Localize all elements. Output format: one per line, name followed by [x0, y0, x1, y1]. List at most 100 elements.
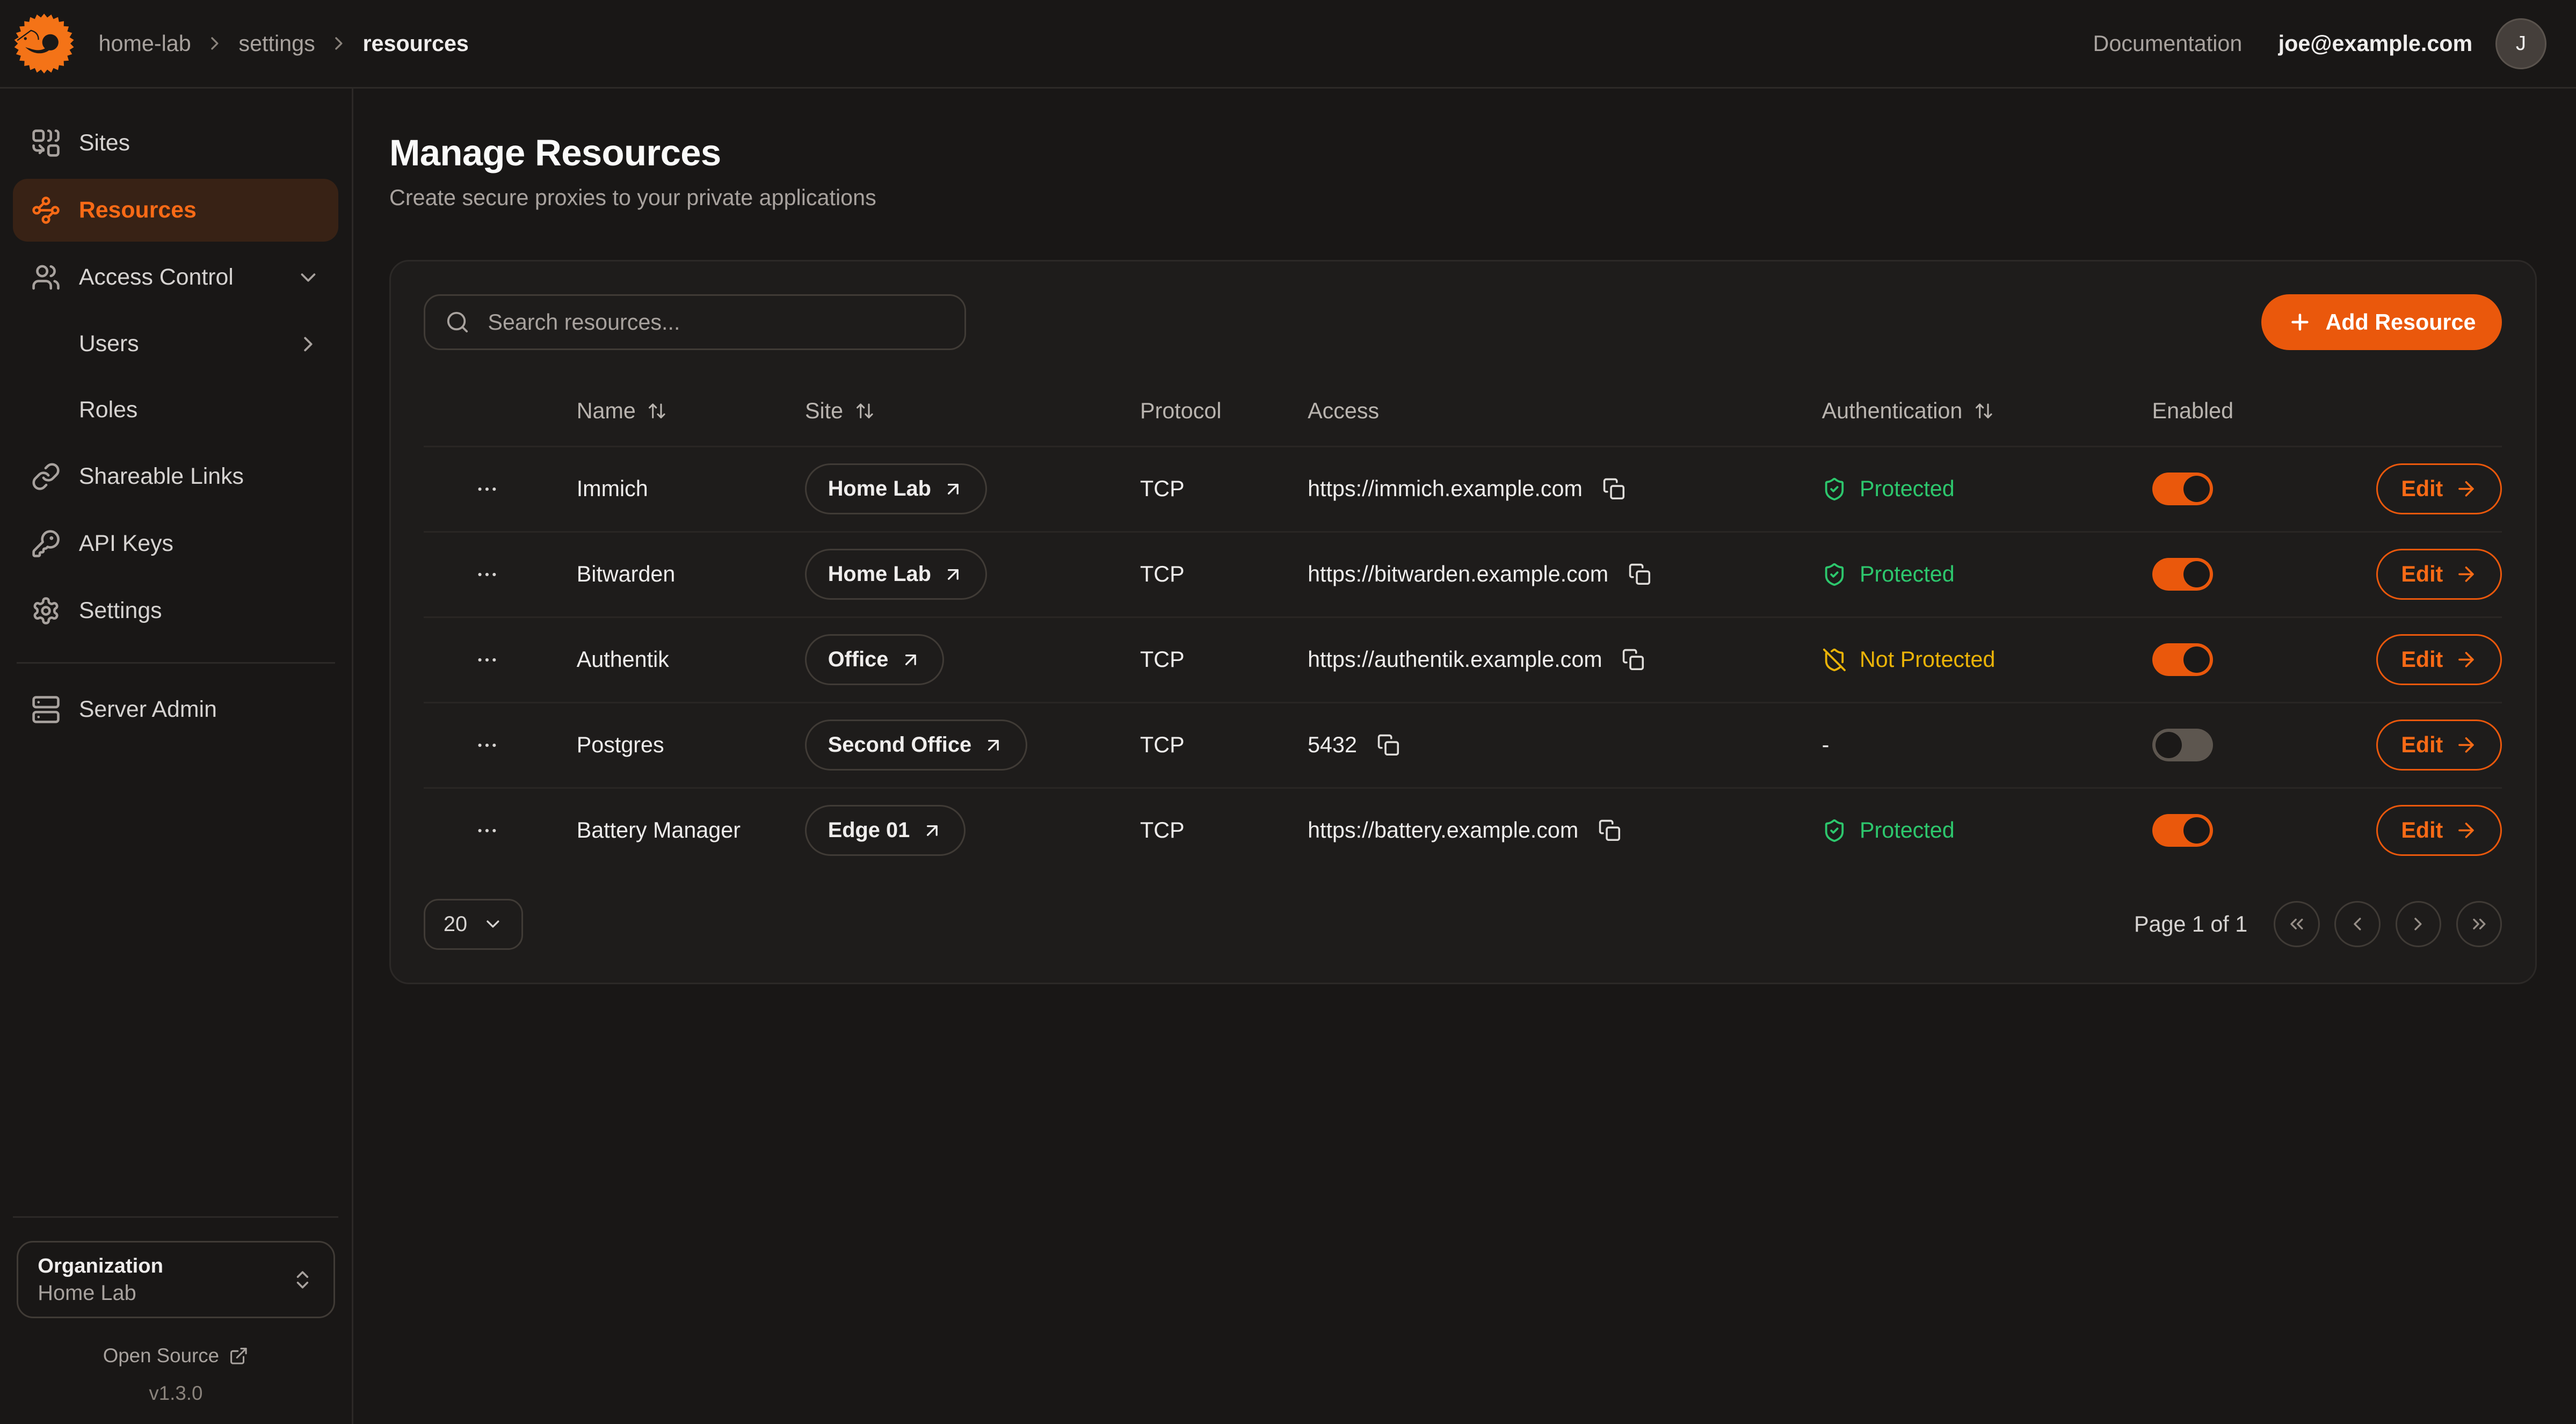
chevron-right-icon [204, 33, 226, 54]
site-link-button[interactable]: Second Office [805, 720, 1027, 771]
ellipsis-icon [475, 477, 499, 502]
table-row: Postgres Second Office TCP 5432 - [424, 702, 2502, 787]
page-subtitle: Create secure proxies to your private ap… [389, 185, 2537, 210]
resource-name: Immich [577, 476, 648, 502]
app-window: home-lab settings resources Documentatio… [0, 0, 2576, 1424]
copy-icon[interactable] [1619, 645, 1648, 674]
sidebar-item-api-keys[interactable]: API Keys [13, 512, 338, 575]
arrow-right-icon [2455, 733, 2478, 757]
page-size-select[interactable]: 20 [424, 899, 523, 950]
site-link-button[interactable]: Edge 01 [805, 805, 966, 856]
row-menu-button[interactable] [468, 470, 506, 507]
app-version: v1.3.0 [17, 1382, 336, 1405]
site-name: Edge 01 [828, 818, 910, 842]
row-menu-button[interactable] [468, 812, 506, 849]
breadcrumb-org[interactable]: home-lab [99, 31, 191, 56]
last-page-button[interactable] [2456, 901, 2502, 947]
table-body: Immich Home Lab TCP https://immich.examp… [424, 446, 2502, 873]
edit-button[interactable]: Edit [2376, 720, 2502, 771]
sort-icon [647, 401, 667, 421]
first-page-button[interactable] [2274, 901, 2320, 947]
sidebar-item-label: Access Control [79, 264, 234, 290]
organization-value: Home Lab [38, 1281, 163, 1305]
toggle-knob [2156, 732, 2182, 758]
sidebar-item-sites[interactable]: Sites [13, 112, 338, 174]
enabled-toggle[interactable] [2152, 473, 2213, 505]
sidebar: Sites Resources Access Control Users [0, 89, 353, 1424]
organization-label: Organization [38, 1254, 163, 1278]
sort-icon [855, 401, 875, 421]
copy-icon[interactable] [1374, 730, 1403, 760]
sidebar-item-server-admin[interactable]: Server Admin [13, 678, 338, 740]
server-icon [31, 695, 61, 724]
chevron-left-icon [2347, 913, 2368, 935]
gear-icon [31, 596, 61, 626]
row-menu-button[interactable] [468, 641, 506, 679]
prev-page-button[interactable] [2334, 901, 2381, 947]
breadcrumb-resources[interactable]: resources [362, 31, 468, 56]
next-page-button[interactable] [2396, 901, 2442, 947]
edit-button[interactable]: Edit [2376, 463, 2502, 514]
add-resource-label: Add Resource [2325, 310, 2476, 335]
arrow-up-right-icon [983, 735, 1004, 756]
sidebar-item-resources[interactable]: Resources [13, 179, 338, 241]
sidebar-item-roles[interactable]: Roles [13, 380, 338, 440]
documentation-link[interactable]: Documentation [2093, 31, 2243, 56]
add-resource-button[interactable]: Add Resource [2261, 294, 2502, 350]
site-link-button[interactable]: Home Lab [805, 549, 987, 600]
edit-button[interactable]: Edit [2376, 549, 2502, 600]
sidebar-item-label: Roles [79, 397, 138, 423]
sidebar-item-access-control[interactable]: Access Control [13, 246, 338, 309]
sites-icon [31, 128, 61, 158]
header-authentication[interactable]: Authentication [1796, 398, 2126, 424]
toggle-knob [2183, 817, 2210, 844]
edit-label: Edit [2401, 476, 2443, 502]
search-input[interactable] [484, 308, 945, 337]
open-source-link[interactable]: Open Source [17, 1345, 336, 1367]
site-name: Home Lab [828, 477, 931, 501]
enabled-toggle[interactable] [2152, 729, 2213, 761]
protocol-value: TCP [1140, 562, 1185, 587]
ellipsis-icon [475, 648, 499, 672]
site-link-button[interactable]: Office [805, 634, 944, 685]
avatar[interactable]: J [2495, 18, 2546, 69]
shield-check-icon [1822, 562, 1847, 587]
sidebar-item-shareable-links[interactable]: Shareable Links [13, 445, 338, 507]
arrow-right-icon [2455, 563, 2478, 586]
header-site[interactable]: Site [779, 398, 1114, 424]
pagination-bar: 20 Page 1 of 1 [424, 899, 2502, 950]
header-name[interactable]: Name [550, 398, 779, 424]
sidebar-item-users[interactable]: Users [13, 314, 338, 374]
row-menu-button[interactable] [468, 555, 506, 593]
breadcrumb-settings[interactable]: settings [238, 31, 315, 56]
table-header-row: Name Site Protocol Access Authentication [424, 376, 2502, 445]
chevrons-left-icon [2286, 913, 2307, 935]
organization-selector[interactable]: Organization Home Lab [17, 1241, 336, 1318]
arrow-up-right-icon [900, 649, 921, 671]
chevron-right-icon [2407, 913, 2429, 935]
chevron-down-icon [296, 265, 321, 290]
copy-icon[interactable] [1595, 816, 1624, 845]
site-name: Home Lab [828, 562, 931, 586]
edit-label: Edit [2401, 732, 2443, 758]
chevron-right-icon [328, 33, 350, 54]
shield-off-icon [1822, 648, 1847, 672]
resource-name: Battery Manager [577, 818, 741, 843]
auth-status: Protected [1860, 562, 1955, 587]
user-email[interactable]: joe@example.com [2279, 31, 2473, 56]
site-link-button[interactable]: Home Lab [805, 463, 987, 514]
sidebar-item-settings[interactable]: Settings [13, 580, 338, 642]
enabled-toggle[interactable] [2152, 643, 2213, 676]
page-size-value: 20 [444, 912, 467, 936]
enabled-toggle[interactable] [2152, 814, 2213, 847]
table-row: Authentik Office TCP https://authentik.e… [424, 616, 2502, 702]
edit-button[interactable]: Edit [2376, 805, 2502, 856]
table-row: Bitwarden Home Lab TCP https://bitwarden… [424, 531, 2502, 616]
copy-icon[interactable] [1599, 474, 1628, 504]
sidebar-item-label: API Keys [79, 531, 173, 557]
resources-table: Name Site Protocol Access Authentication [424, 376, 2502, 873]
edit-button[interactable]: Edit [2376, 634, 2502, 685]
enabled-toggle[interactable] [2152, 558, 2213, 591]
row-menu-button[interactable] [468, 726, 506, 764]
copy-icon[interactable] [1625, 560, 1655, 589]
